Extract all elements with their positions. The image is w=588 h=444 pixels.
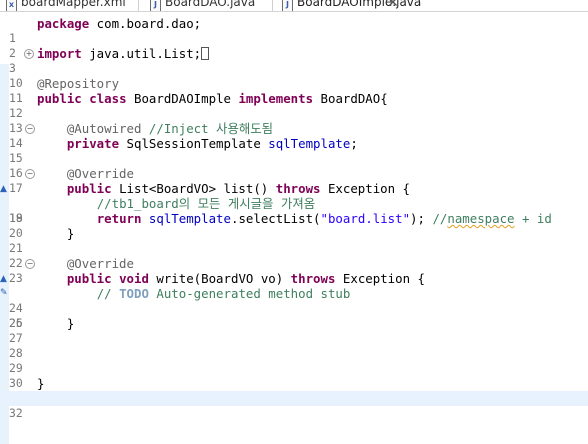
code-line-24: ▲ 24 public void write(BoardVO vo) throw… [0,271,588,315]
comment: Auto-generated method stub [148,286,351,301]
code-line-13: 13 [0,106,588,135]
comment: // [432,211,448,226]
annotation: @Autowired [66,121,142,136]
keyword: void [119,271,149,286]
code-text: BoardDAO{ [313,91,388,106]
code-text: List<BoardVO> list() [111,181,276,196]
tab-separator [138,0,139,11]
code-line-2: 2 [0,31,588,60]
tab-label: BoardDAOImple.java [297,0,422,9]
keyword: public [66,271,112,286]
spelling-warning: namespace [447,211,515,226]
code-line-31: 31 } [0,376,588,405]
annotation: @Override [66,256,134,271]
keyword: return [96,211,142,226]
folded-block-icon[interactable] [201,47,210,60]
code-line-18: ▲ 18 public List<BoardVO> list() throws … [0,181,588,225]
code-text: } [37,376,45,391]
comment: // [96,286,120,301]
code-line-19: 19 //tb1_board의 모든 게시글을 가져옴 [0,196,588,225]
code-text: com.board.dao; [89,16,202,31]
comment: //tb1_board의 모든 게시글을 가져옴 [96,196,316,211]
tab-boardmapper-xml[interactable]: x boardMapper.xml [6,0,126,11]
code-line-27: 27 } [0,316,588,345]
code-text: ; [350,136,358,151]
code-text: } [66,316,75,331]
code-text: Exception { [335,271,425,286]
comment: //Inject 사용해도됨 [141,121,274,136]
code-line-15: 15 private SqlSessionTemplate sqlTemplat… [0,136,588,165]
code-text: } [66,226,75,241]
tab-label: BoardDAO.java [165,0,256,9]
line-number: 32 [9,406,23,420]
keyword: implements [238,91,314,106]
code-text: write(BoardVO vo) [148,271,291,286]
editor-tab-bar: x boardMapper.xml J BoardDAO.java J BoardDA… [0,0,588,12]
keyword: package [37,16,90,31]
java-file-icon: J [150,0,161,11]
code-line-30: 30 [0,361,588,390]
keyword: private [66,136,120,151]
code-line-26: 26 [0,301,588,330]
code-line-14: 14 − @Autowired //Inject 사용해도됨 [0,121,588,150]
override-marker-icon[interactable]: ▲ [0,274,9,284]
code-line-10: 10 [0,61,588,90]
keyword: class [89,91,127,106]
field-name: sqlTemplate [268,136,351,151]
tab-label: boardMapper.xml [21,0,126,9]
code-line-20: 20 return sqlTemplate.selectList("board.… [0,211,588,240]
tab-separator [272,0,273,11]
code-line-11: 11 @Repository [0,76,588,105]
code-text: Exception { [320,181,411,196]
todo-task-tag: TODO [119,286,149,301]
keyword: throws [275,181,321,196]
comment: + id [514,211,552,226]
annotation: @Repository [37,76,120,91]
field-name: sqlTemplate [141,211,231,226]
code-text: ); [410,211,433,226]
collapse-fold-icon[interactable]: − [25,169,35,179]
tab-boarddao-java[interactable]: J BoardDAO.java [150,0,255,11]
close-tab-icon[interactable]: ✕ [386,0,400,10]
code-text: java.util.List; [81,46,202,61]
code-line-29: 29 [0,346,588,375]
keyword: public [66,181,112,196]
tab-boarddaoimple-java[interactable]: J BoardDAOImple.java [282,0,422,11]
code-line-28: 28 [0,331,588,360]
code-line-1: 1 package com.board.dao; [0,16,588,45]
collapse-fold-icon[interactable]: − [25,124,35,134]
keyword: throws [290,271,336,286]
keyword: public [37,91,82,106]
code-line-32-current: 32 [0,391,588,420]
code-line-3: 3 + import java.util.List; [0,46,588,75]
expand-fold-icon[interactable]: + [24,49,34,59]
code-line-21: 21 } [0,226,588,255]
string-literal: "board.list" [320,211,411,226]
xml-file-icon: x [6,0,17,11]
override-marker-icon[interactable]: ▲ [0,184,9,194]
code-line-22: 22 [0,241,588,270]
code-line-17: 17 − @Override [0,166,588,195]
code-line-23: 23 − @Override [0,256,588,285]
code-line-12: 12 public class BoardDAOImple implements… [0,91,588,120]
code-text: SqlSessionTemplate [119,136,269,151]
code-line-16: 16 [0,151,588,180]
task-marker-icon[interactable]: ✎ [0,288,9,298]
collapse-fold-icon[interactable]: − [25,259,35,269]
class-name: BoardDAOImple [126,91,239,106]
keyword: import [37,46,82,61]
code-line-25: ✎ 25 // TODO Auto-generated method stub [0,286,588,330]
java-file-icon: J [282,0,293,11]
code-text: .selectList( [230,211,321,226]
annotation: @Override [66,166,134,181]
